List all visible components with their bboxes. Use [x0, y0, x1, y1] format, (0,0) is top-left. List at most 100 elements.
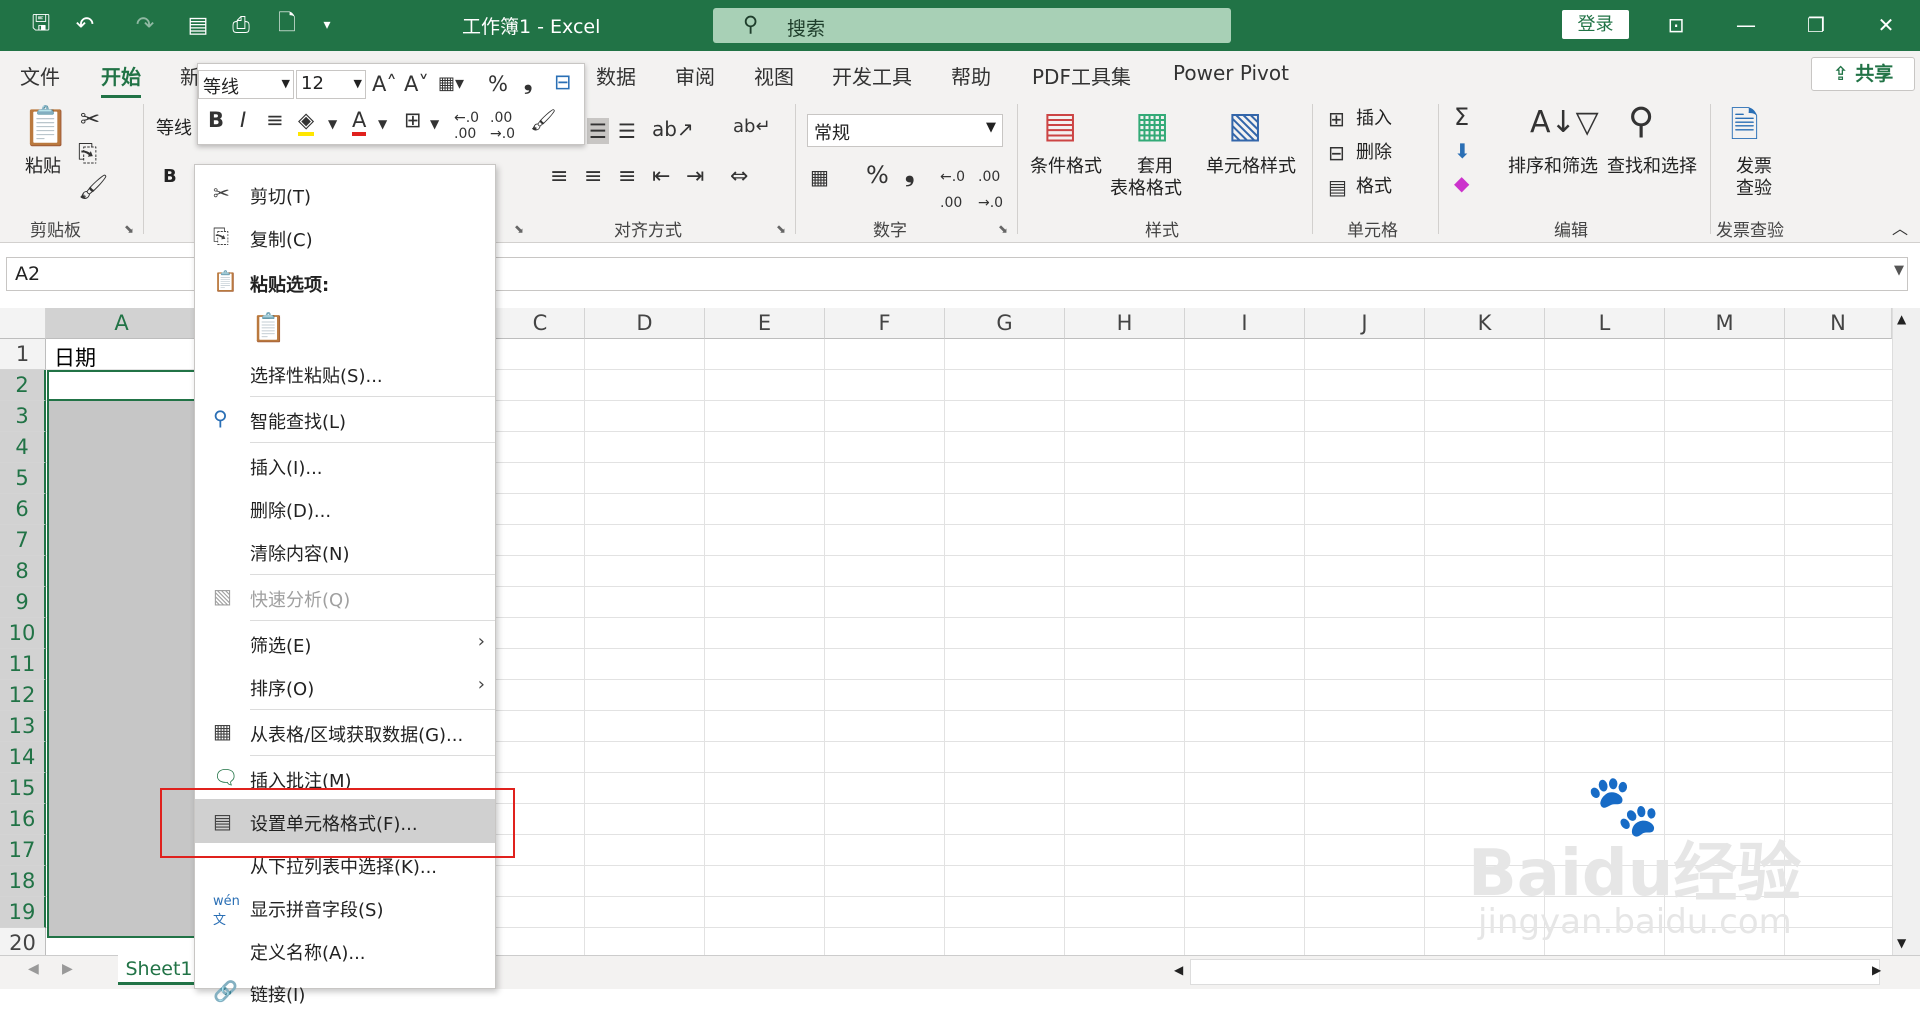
search-input[interactable]: ⚲ 搜索: [713, 8, 1231, 43]
conditional-format-icon[interactable]: ▤: [1043, 106, 1077, 146]
shrink-font-icon[interactable]: A˅: [404, 72, 429, 96]
column-header-m[interactable]: M: [1665, 308, 1785, 339]
tab-file[interactable]: 文件: [20, 61, 60, 90]
minimize-icon[interactable]: —: [1726, 8, 1766, 42]
merge-center-icon[interactable]: ⇔: [730, 164, 748, 190]
row-header[interactable]: 8: [0, 556, 46, 587]
cell-a1[interactable]: 日期: [54, 342, 96, 372]
scroll-up-icon[interactable]: ▲: [1897, 312, 1906, 326]
scroll-left-icon[interactable]: ◀: [1174, 963, 1183, 977]
grow-font-icon[interactable]: A˄: [372, 72, 397, 96]
row-header[interactable]: 3: [0, 401, 46, 432]
align-center-icon[interactable]: ≡: [584, 164, 602, 190]
column-header-l[interactable]: L: [1545, 308, 1665, 339]
autosum-icon[interactable]: Σ: [1454, 104, 1469, 130]
comma-style-icon[interactable]: ❟: [524, 70, 532, 94]
font-launcher-icon[interactable]: ⬊: [514, 222, 524, 236]
insert-cells-icon[interactable]: ⊞: [1328, 106, 1345, 132]
formula-input[interactable]: [494, 257, 1908, 291]
column-header-g[interactable]: G: [945, 308, 1065, 339]
paste-icon[interactable]: 📋: [22, 106, 69, 146]
select-all-corner[interactable]: [0, 308, 46, 339]
active-cell[interactable]: [47, 370, 197, 401]
accounting-format-icon[interactable]: ▦: [810, 164, 829, 190]
number-launcher-icon[interactable]: ⬊: [998, 222, 1008, 236]
align-left-icon[interactable]: ≡: [550, 164, 568, 190]
restore-icon[interactable]: ❐: [1796, 8, 1836, 42]
sheet-tab-sheet1[interactable]: Sheet1: [118, 955, 200, 985]
bold-button[interactable]: B: [163, 166, 177, 188]
format-as-table-icon[interactable]: ▦: [1135, 106, 1169, 146]
wrap-text-icon[interactable]: ab↵: [733, 114, 771, 140]
menu-item-cut[interactable]: ✂ 剪切(T): [195, 175, 495, 213]
ribbon-display-icon[interactable]: ⊡: [1656, 8, 1696, 42]
tab-home[interactable]: 开始: [101, 61, 141, 98]
row-header[interactable]: 17: [0, 835, 46, 866]
cut-icon[interactable]: ✂: [80, 106, 100, 132]
column-header-a[interactable]: A: [46, 308, 198, 339]
align-middle-icon[interactable]: ☰: [587, 118, 609, 144]
row-header[interactable]: 5: [0, 463, 46, 494]
align-bottom-icon[interactable]: ☰: [618, 118, 636, 144]
percent-icon[interactable]: %: [866, 162, 889, 188]
column-header-e[interactable]: E: [705, 308, 825, 339]
undo-icon[interactable]: ↶: [68, 8, 102, 42]
expand-formula-icon[interactable]: ▼: [1894, 263, 1904, 278]
decrease-indent-icon[interactable]: ⇤: [652, 164, 670, 190]
row-header[interactable]: 19: [0, 897, 46, 928]
conditional-format-button[interactable]: 条件格式: [1030, 156, 1102, 178]
customize-icon[interactable]: ▾: [310, 8, 344, 42]
increase-decimal-icon[interactable]: ←.0.00: [454, 110, 479, 142]
comma-style-icon[interactable]: ❟: [905, 160, 914, 186]
redo-icon[interactable]: ↷: [128, 8, 162, 42]
find-select-button[interactable]: 查找和选择: [1607, 156, 1697, 178]
row-header[interactable]: 1: [0, 339, 46, 370]
number-format-select[interactable]: 常规 ▼: [807, 114, 1003, 147]
format-as-table-button-line2[interactable]: 表格格式: [1110, 178, 1182, 200]
invoice-check-button-line2[interactable]: 查验: [1736, 178, 1772, 200]
mini-font-size[interactable]: 12 ▼: [296, 70, 366, 99]
format-cells-icon[interactable]: ▤: [1328, 174, 1347, 200]
format-painter-icon[interactable]: 🖌: [530, 108, 557, 132]
menu-item-quick-analysis[interactable]: ▧ 快速分析(Q): [195, 578, 495, 616]
new-doc-icon[interactable]: 🗋: [270, 8, 304, 42]
row-header[interactable]: 7: [0, 525, 46, 556]
print-preview-icon[interactable]: ⎙: [224, 8, 258, 42]
menu-item-show-phonetic[interactable]: wén 文显示拼音字段(S): [195, 888, 495, 928]
sort-filter-icon[interactable]: A↓▽: [1530, 106, 1599, 140]
row-header[interactable]: 10: [0, 618, 46, 649]
clipboard-launcher-icon[interactable]: ⬊: [124, 222, 134, 236]
accounting-format-icon[interactable]: ▦▾: [438, 72, 464, 96]
font-color-icon[interactable]: A: [352, 108, 367, 136]
align-center-icon[interactable]: ≡: [266, 108, 284, 132]
row-header[interactable]: 13: [0, 711, 46, 742]
horizontal-scrollbar[interactable]: [1190, 959, 1880, 985]
tab-view[interactable]: 视图: [754, 61, 794, 90]
share-button[interactable]: ⇪ 共享: [1811, 57, 1915, 91]
find-select-icon[interactable]: ⚲: [1628, 102, 1654, 142]
sheet-next-icon[interactable]: ▶: [62, 961, 73, 977]
mini-font-name[interactable]: 等线 ▼: [198, 70, 294, 99]
menu-item-smart-lookup[interactable]: ⚲ 智能查找(L): [195, 400, 495, 438]
menu-item-sort[interactable]: 排序(O) ›: [195, 667, 495, 705]
merge-center-icon[interactable]: ⊟: [554, 70, 572, 94]
scroll-down-icon[interactable]: ▼: [1897, 936, 1906, 950]
column-header-d[interactable]: D: [585, 308, 705, 339]
fill-icon[interactable]: ⬇: [1454, 138, 1471, 164]
close-icon[interactable]: ✕: [1866, 8, 1906, 42]
orientation-icon[interactable]: ab↗: [652, 116, 694, 142]
menu-item-filter[interactable]: 筛选(E) ›: [195, 624, 495, 662]
cell-styles-button[interactable]: 单元格样式: [1206, 156, 1296, 178]
column-header-f[interactable]: F: [825, 308, 945, 339]
bold-icon[interactable]: B: [208, 108, 224, 132]
row-header[interactable]: 9: [0, 587, 46, 618]
format-painter-icon[interactable]: 🖌: [78, 174, 108, 200]
column-header-i[interactable]: I: [1185, 308, 1305, 339]
row-header[interactable]: 20: [0, 928, 46, 955]
row-header[interactable]: 11: [0, 649, 46, 680]
column-header-n[interactable]: N: [1785, 308, 1892, 339]
scroll-right-icon[interactable]: ▶: [1872, 963, 1881, 977]
login-button[interactable]: 登录: [1562, 10, 1629, 39]
delete-cells-icon[interactable]: ⊟: [1328, 140, 1345, 166]
menu-item-define-name[interactable]: 定义名称(A)...: [195, 931, 495, 969]
